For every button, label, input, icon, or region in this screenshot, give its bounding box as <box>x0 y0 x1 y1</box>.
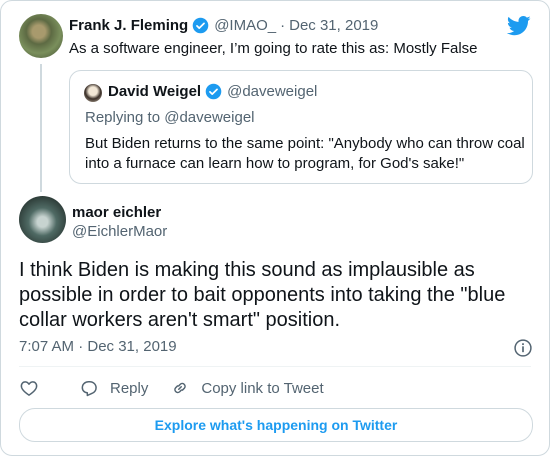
tweet-embed-card: Frank J. Fleming @IMAO_ · Dec 31, 2019 A… <box>0 0 550 456</box>
main-author-handle[interactable]: @EichlerMaor <box>72 223 167 240</box>
main-tweet-text: I think Biden is making this sound as im… <box>19 259 506 331</box>
heart-icon <box>20 381 38 396</box>
quoted-tweet[interactable]: David Weigel @daveweigel Replying to @da… <box>69 70 533 184</box>
verified-badge-icon <box>205 83 222 100</box>
explore-twitter-label: Explore what's happening on Twitter <box>154 417 398 433</box>
thread-connector-line <box>40 64 42 192</box>
parent-author-name[interactable]: Frank J. Fleming <box>69 17 188 34</box>
parent-tweet-text: As a software engineer, I’m going to rat… <box>69 40 478 57</box>
copy-link-label: Copy link to Tweet <box>201 379 324 397</box>
quoted-tweet-text: But Biden returns to the same point: "An… <box>85 135 525 172</box>
reply-button[interactable]: Reply <box>79 378 148 398</box>
info-icon[interactable] <box>513 338 533 358</box>
separator-dot: · <box>280 17 286 34</box>
link-icon <box>174 382 187 394</box>
reply-icon <box>81 381 97 397</box>
verified-badge-icon <box>192 17 209 34</box>
divider <box>19 366 531 367</box>
copy-link-button[interactable]: Copy link to Tweet <box>170 378 324 398</box>
parent-avatar[interactable] <box>19 14 63 58</box>
parent-tweet-date[interactable]: Dec 31, 2019 <box>289 17 378 34</box>
reply-label: Reply <box>110 379 149 397</box>
quoted-avatar[interactable] <box>84 84 102 102</box>
replying-to-label: Replying to @daveweigel <box>85 109 255 126</box>
main-author-name[interactable]: maor eichler <box>72 204 161 221</box>
parent-tweet[interactable]: Frank J. Fleming @IMAO_ · Dec 31, 2019 A… <box>19 12 533 192</box>
twitter-bird-icon[interactable] <box>507 16 531 36</box>
parent-author-handle[interactable]: @IMAO_ <box>214 17 276 34</box>
parent-tweet-header: Frank J. Fleming @IMAO_ · Dec 31, 2019 <box>69 17 378 34</box>
quoted-tweet-header: David Weigel @daveweigel <box>108 83 317 100</box>
explore-twitter-button[interactable]: Explore what's happening on Twitter <box>19 408 533 442</box>
like-button[interactable] <box>19 378 39 398</box>
quoted-author-handle[interactable]: @daveweigel <box>227 83 317 100</box>
main-tweet-timestamp[interactable]: 7:07 AM · Dec 31, 2019 <box>19 338 177 355</box>
quoted-author-name[interactable]: David Weigel <box>108 83 201 100</box>
main-avatar[interactable] <box>19 196 66 243</box>
tweet-actions: Reply Copy link to Tweet <box>19 376 324 400</box>
